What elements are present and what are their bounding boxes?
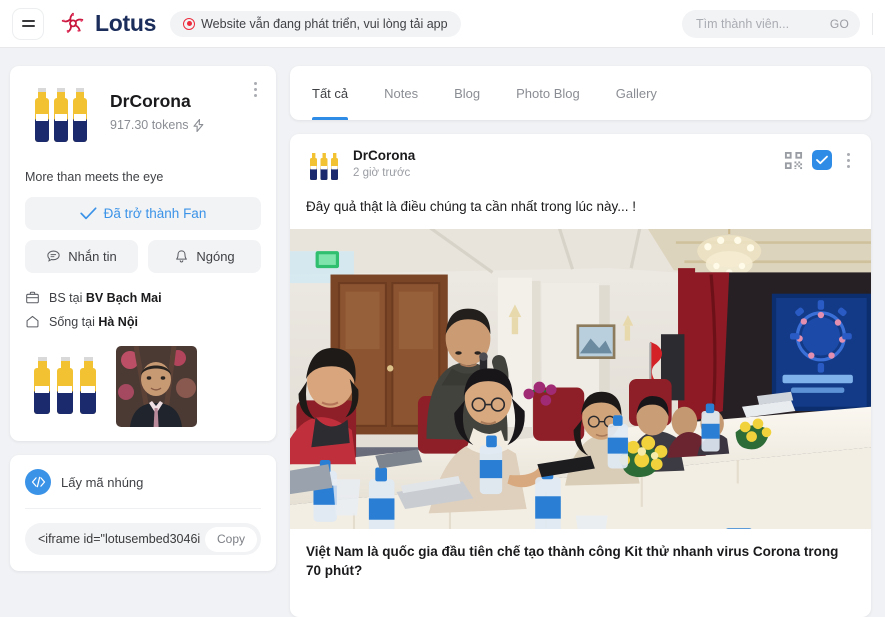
verified-check-icon[interactable] — [812, 150, 832, 170]
post-article-title[interactable]: Việt Nam là quốc gia đầu tiên chế tạo th… — [290, 529, 871, 595]
post-author-name[interactable]: DrCorona — [353, 148, 784, 165]
profile-info-work-value: BV Bạch Mai — [85, 290, 162, 305]
embed-code-input[interactable] — [38, 532, 205, 546]
chat-bubble-icon — [47, 250, 60, 262]
profile-info-location-prefix: Sống tại — [49, 314, 99, 329]
profile-card: DrCorona 917.30 tokens More than meets t… — [10, 66, 276, 441]
left-sidebar: DrCorona 917.30 tokens More than meets t… — [10, 66, 276, 617]
profile-bio: More than meets the eye — [25, 170, 164, 184]
embed-code-field[interactable]: Copy — [25, 523, 261, 555]
profile-tokens-label: 917.30 tokens — [110, 118, 189, 132]
embed-card-title: Lấy mã nhúng — [61, 474, 144, 490]
follow-button[interactable]: Ngóng — [148, 240, 261, 273]
kebab-dot — [253, 87, 257, 91]
photo-thumb-corona-bottles[interactable] — [25, 346, 106, 427]
kebab-dot — [846, 158, 850, 162]
header-divider — [872, 12, 873, 35]
page-body: DrCorona 917.30 tokens More than meets t… — [0, 48, 885, 617]
content-tabs: Tất cả Notes Blog Photo Blog Gallery — [290, 66, 871, 120]
app-header: Lotus Website vẫn đang phát triển, vui l… — [0, 0, 885, 48]
hamburger-icon-line — [21, 25, 35, 27]
fan-status-button[interactable]: Đã trở thành Fan — [25, 197, 261, 230]
photo-thumb-portrait[interactable] — [116, 346, 197, 427]
tab-blog[interactable]: Blog — [454, 66, 480, 120]
post-text: Đây quả thật là điều chúng ta cần nhất t… — [306, 199, 636, 214]
kebab-dot — [846, 152, 850, 156]
follow-button-label: Ngóng — [196, 249, 235, 264]
copy-embed-button[interactable]: Copy — [204, 526, 257, 552]
tab-gallery[interactable]: Gallery — [616, 66, 657, 120]
profile-name: DrCorona — [110, 91, 191, 111]
brand-name-label: Lotus — [95, 10, 157, 36]
profile-identity: DrCorona 917.30 tokens — [110, 82, 204, 132]
qr-code-icon[interactable] — [784, 151, 803, 170]
profile-kebab-menu-icon[interactable] — [246, 78, 264, 100]
embed-code-card: Lấy mã nhúng Copy — [10, 455, 276, 571]
tab-photo-blog[interactable]: Photo Blog — [516, 66, 580, 120]
post-action-group — [784, 148, 855, 170]
profile-info-location-text: Sống tại Hà Nội — [49, 315, 138, 329]
profile-action-row: Nhắn tin Ngóng — [25, 240, 261, 273]
lotus-flower-logo-icon — [58, 9, 88, 39]
search-go-button[interactable]: GO — [825, 17, 854, 31]
kebab-dot — [846, 164, 850, 168]
profile-tokens-row: 917.30 tokens — [110, 118, 204, 132]
profile-info-work-text: BS tại BV Bạch Mai — [49, 291, 162, 305]
tab-tat-ca[interactable]: Tất cả — [312, 66, 349, 120]
check-icon — [80, 207, 97, 220]
member-search-box[interactable]: GO — [682, 9, 860, 38]
post-timestamp: 2 giờ trước — [353, 166, 411, 179]
main-content: Tất cả Notes Blog Photo Blog Gallery DrC… — [290, 66, 871, 617]
home-icon — [26, 315, 39, 328]
post-author-block: DrCorona 2 giờ trước — [353, 148, 784, 179]
briefcase-icon — [26, 291, 39, 304]
fan-status-label: Đã trở thành Fan — [103, 206, 207, 221]
message-button[interactable]: Nhắn tin — [25, 240, 138, 273]
embed-card-header: Lấy mã nhúng — [25, 469, 261, 509]
profile-info-work: BS tại BV Bạch Mai — [25, 290, 261, 305]
profile-info-work-prefix: BS tại — [49, 290, 86, 305]
brand-home-link[interactable]: Lotus — [58, 9, 156, 39]
kebab-dot — [253, 93, 257, 97]
profile-info-list: BS tại BV Bạch Mai Sống tại Hà Nội — [25, 290, 261, 329]
profile-photo-row — [25, 346, 261, 427]
profile-header: DrCorona 917.30 tokens — [25, 82, 261, 154]
kebab-dot — [253, 81, 257, 85]
development-notice-label: Website vẫn đang phát triển, vui lòng tả… — [201, 16, 448, 31]
bell-icon — [176, 249, 188, 262]
lightning-bolt-icon — [192, 118, 203, 132]
post-card: DrCorona 2 giờ trước Đây quả thật là điề… — [290, 134, 871, 617]
post-author-avatar[interactable] — [306, 148, 342, 184]
profile-avatar[interactable] — [25, 82, 97, 154]
post-photo[interactable] — [290, 217, 871, 539]
profile-info-location: Sống tại Hà Nội — [25, 314, 261, 329]
hamburger-menu-button[interactable] — [12, 7, 44, 40]
profile-info-location-value: Hà Nội — [98, 314, 138, 329]
post-header: DrCorona 2 giờ trước — [290, 134, 871, 184]
search-input[interactable] — [696, 16, 825, 31]
message-button-label: Nhắn tin — [68, 249, 117, 264]
code-icon — [25, 469, 51, 495]
post-kebab-menu-icon[interactable] — [841, 150, 855, 170]
tab-notes[interactable]: Notes — [384, 66, 418, 120]
record-dot-icon — [183, 17, 196, 30]
hamburger-icon-line — [21, 20, 35, 22]
development-notice-banner[interactable]: Website vẫn đang phát triển, vui lòng tả… — [170, 10, 461, 37]
